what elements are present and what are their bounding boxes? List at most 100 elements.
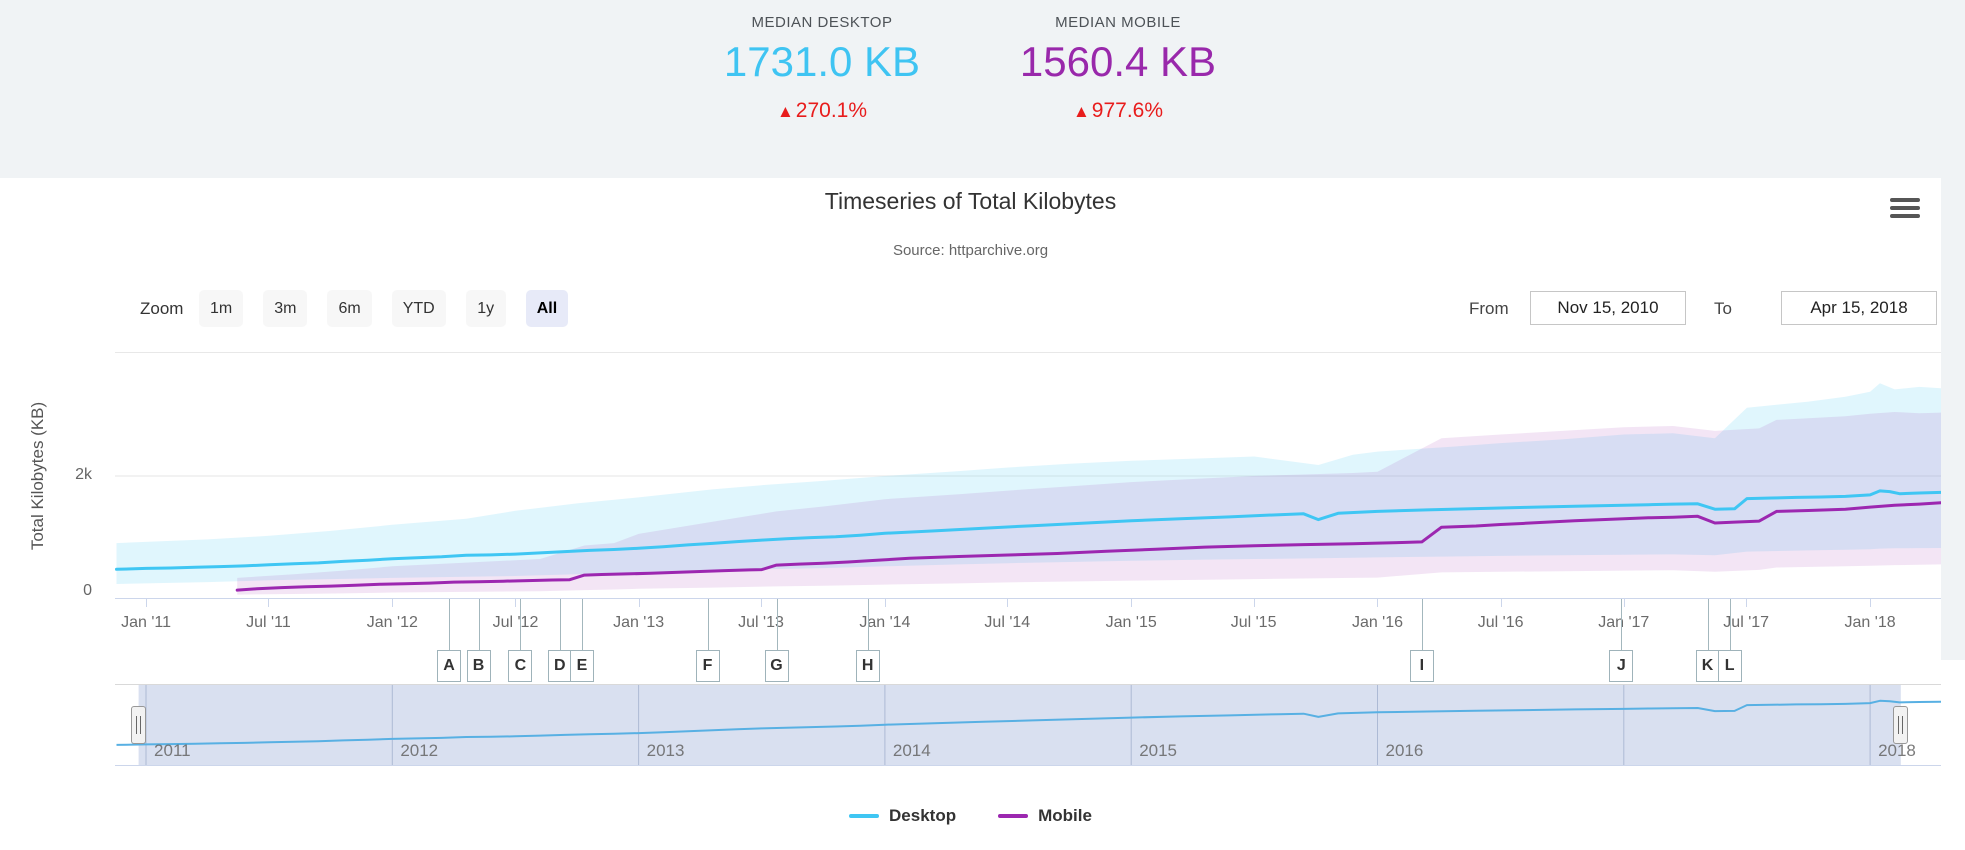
main-chart-plot xyxy=(115,352,1941,599)
flag-lane-H xyxy=(868,599,869,651)
zoom-label: Zoom xyxy=(140,290,183,327)
legend-swatch-mobile xyxy=(998,814,1028,818)
hamburger-menu-button[interactable] xyxy=(1890,198,1922,224)
flag-B[interactable]: B xyxy=(467,650,491,682)
x-tick-mark xyxy=(1870,599,1871,607)
flag-F[interactable]: F xyxy=(696,650,720,682)
x-tick-label: Jan '13 xyxy=(589,614,689,632)
x-tick-mark xyxy=(1254,599,1255,607)
median-mobile-value: 1560.4 KB xyxy=(918,37,1318,87)
flag-lane-G xyxy=(777,599,778,651)
x-tick-mark xyxy=(1007,599,1008,607)
x-tick-label: Jul '17 xyxy=(1696,614,1796,632)
navigator-year-label-2014: 2014 xyxy=(893,741,931,761)
x-tick-label: Jan '11 xyxy=(96,614,196,632)
x-tick-mark xyxy=(1377,599,1378,607)
flag-K[interactable]: K xyxy=(1696,650,1720,682)
flag-lane-J xyxy=(1621,599,1622,651)
flag-A[interactable]: A xyxy=(437,650,461,682)
navigator-year-label-2011: 2011 xyxy=(154,741,191,761)
flag-lane-L xyxy=(1730,599,1731,651)
x-tick-mark xyxy=(1501,599,1502,607)
navigator[interactable]: 2011 2012 2013 2014 2015 2016 2018 xyxy=(115,684,1941,766)
x-tick-label: Jan '16 xyxy=(1327,614,1427,632)
legend-item-desktop[interactable]: Desktop xyxy=(849,806,956,826)
zoom-button-6m[interactable]: 6m xyxy=(327,290,371,327)
flag-lane-I xyxy=(1422,599,1423,651)
flag-J[interactable]: J xyxy=(1609,650,1633,682)
navigator-left-handle[interactable] xyxy=(131,706,146,744)
flag-lane-A xyxy=(449,599,450,651)
navigator-year-label-2018: 2018 xyxy=(1878,741,1916,761)
navigator-year-label-2012: 2012 xyxy=(400,741,438,761)
navigator-year-label-2015: 2015 xyxy=(1139,741,1177,761)
from-date-input[interactable] xyxy=(1530,291,1686,325)
x-tick-label: Jan '17 xyxy=(1574,614,1674,632)
navigator-right-handle[interactable] xyxy=(1893,706,1908,744)
hamburger-icon xyxy=(1890,206,1920,210)
flag-H[interactable]: H xyxy=(856,650,880,682)
hamburger-icon xyxy=(1890,198,1920,202)
to-label: To xyxy=(1714,290,1732,327)
x-tick-label: Jul '14 xyxy=(957,614,1057,632)
flag-lane-D xyxy=(560,599,561,651)
x-tick-label: Jan '12 xyxy=(342,614,442,632)
zoom-button-1y[interactable]: 1y xyxy=(466,290,506,327)
x-tick-mark xyxy=(885,599,886,607)
x-tick-label: Jul '15 xyxy=(1204,614,1304,632)
x-tick-mark xyxy=(1131,599,1132,607)
to-date-input[interactable] xyxy=(1781,291,1937,325)
flag-E[interactable]: E xyxy=(570,650,594,682)
median-mobile-change-value: 977.6% xyxy=(1092,99,1163,122)
x-tick-label: Jan '18 xyxy=(1820,614,1920,632)
y-tick-2k: 2k xyxy=(42,466,92,484)
x-axis-line xyxy=(115,598,1941,599)
zoom-button-all[interactable]: All xyxy=(526,290,568,327)
zoom-button-3m[interactable]: 3m xyxy=(263,290,307,327)
zoom-button-1m[interactable]: 1m xyxy=(199,290,243,327)
x-tick-label: Jul '16 xyxy=(1451,614,1551,632)
legend-swatch-desktop xyxy=(849,814,879,818)
navigator-year-label-2016: 2016 xyxy=(1385,741,1423,761)
flag-D[interactable]: D xyxy=(548,650,572,682)
x-tick-label: Jul '12 xyxy=(465,614,565,632)
x-tick-label: Jul '11 xyxy=(218,614,318,632)
up-triangle-icon: ▲ xyxy=(777,102,794,121)
x-tick-mark xyxy=(1624,599,1625,607)
flag-L[interactable]: L xyxy=(1718,650,1742,682)
median-mobile-block: MEDIAN MOBILE 1560.4 KB ▲977.6% xyxy=(918,14,1318,123)
x-tick-label: Jan '15 xyxy=(1081,614,1181,632)
zoom-button-ytd[interactable]: YTD xyxy=(392,290,446,327)
hamburger-icon xyxy=(1890,214,1920,218)
flag-lane-C xyxy=(520,599,521,651)
flag-lane-F xyxy=(708,599,709,651)
navigator-chart xyxy=(115,685,1941,765)
median-mobile-change: ▲977.6% xyxy=(918,99,1318,123)
median-mobile-label: MEDIAN MOBILE xyxy=(918,14,1318,31)
x-tick-mark xyxy=(268,599,269,607)
x-tick-mark xyxy=(639,599,640,607)
x-tick-mark xyxy=(146,599,147,607)
legend-label: Desktop xyxy=(889,806,956,826)
legend-label: Mobile xyxy=(1038,806,1092,826)
flag-C[interactable]: C xyxy=(508,650,532,682)
x-tick-mark xyxy=(392,599,393,607)
flag-lane-B xyxy=(479,599,480,651)
chart-subtitle: Source: httparchive.org xyxy=(0,242,1941,259)
flag-lane-E xyxy=(582,599,583,651)
flag-lane-K xyxy=(1708,599,1709,651)
page-background-gutter xyxy=(1941,178,1965,660)
flag-I[interactable]: I xyxy=(1410,650,1434,682)
from-label: From xyxy=(1469,290,1509,327)
x-tick-mark xyxy=(515,599,516,607)
summary-band: MEDIAN DESKTOP 1731.0 KB ▲270.1% MEDIAN … xyxy=(0,0,1965,178)
httparchive-timeseries-page: MEDIAN DESKTOP 1731.0 KB ▲270.1% MEDIAN … xyxy=(0,0,1965,850)
navigator-year-label-2013: 2013 xyxy=(647,741,685,761)
zoom-button-group: 1m 3m 6m YTD 1y All xyxy=(199,290,568,327)
flag-G[interactable]: G xyxy=(765,650,789,682)
chart-legend: Desktop Mobile xyxy=(0,806,1941,826)
x-tick-mark xyxy=(761,599,762,607)
x-tick-mark xyxy=(1746,599,1747,607)
legend-item-mobile[interactable]: Mobile xyxy=(998,806,1092,826)
x-tick-label: Jan '14 xyxy=(835,614,935,632)
